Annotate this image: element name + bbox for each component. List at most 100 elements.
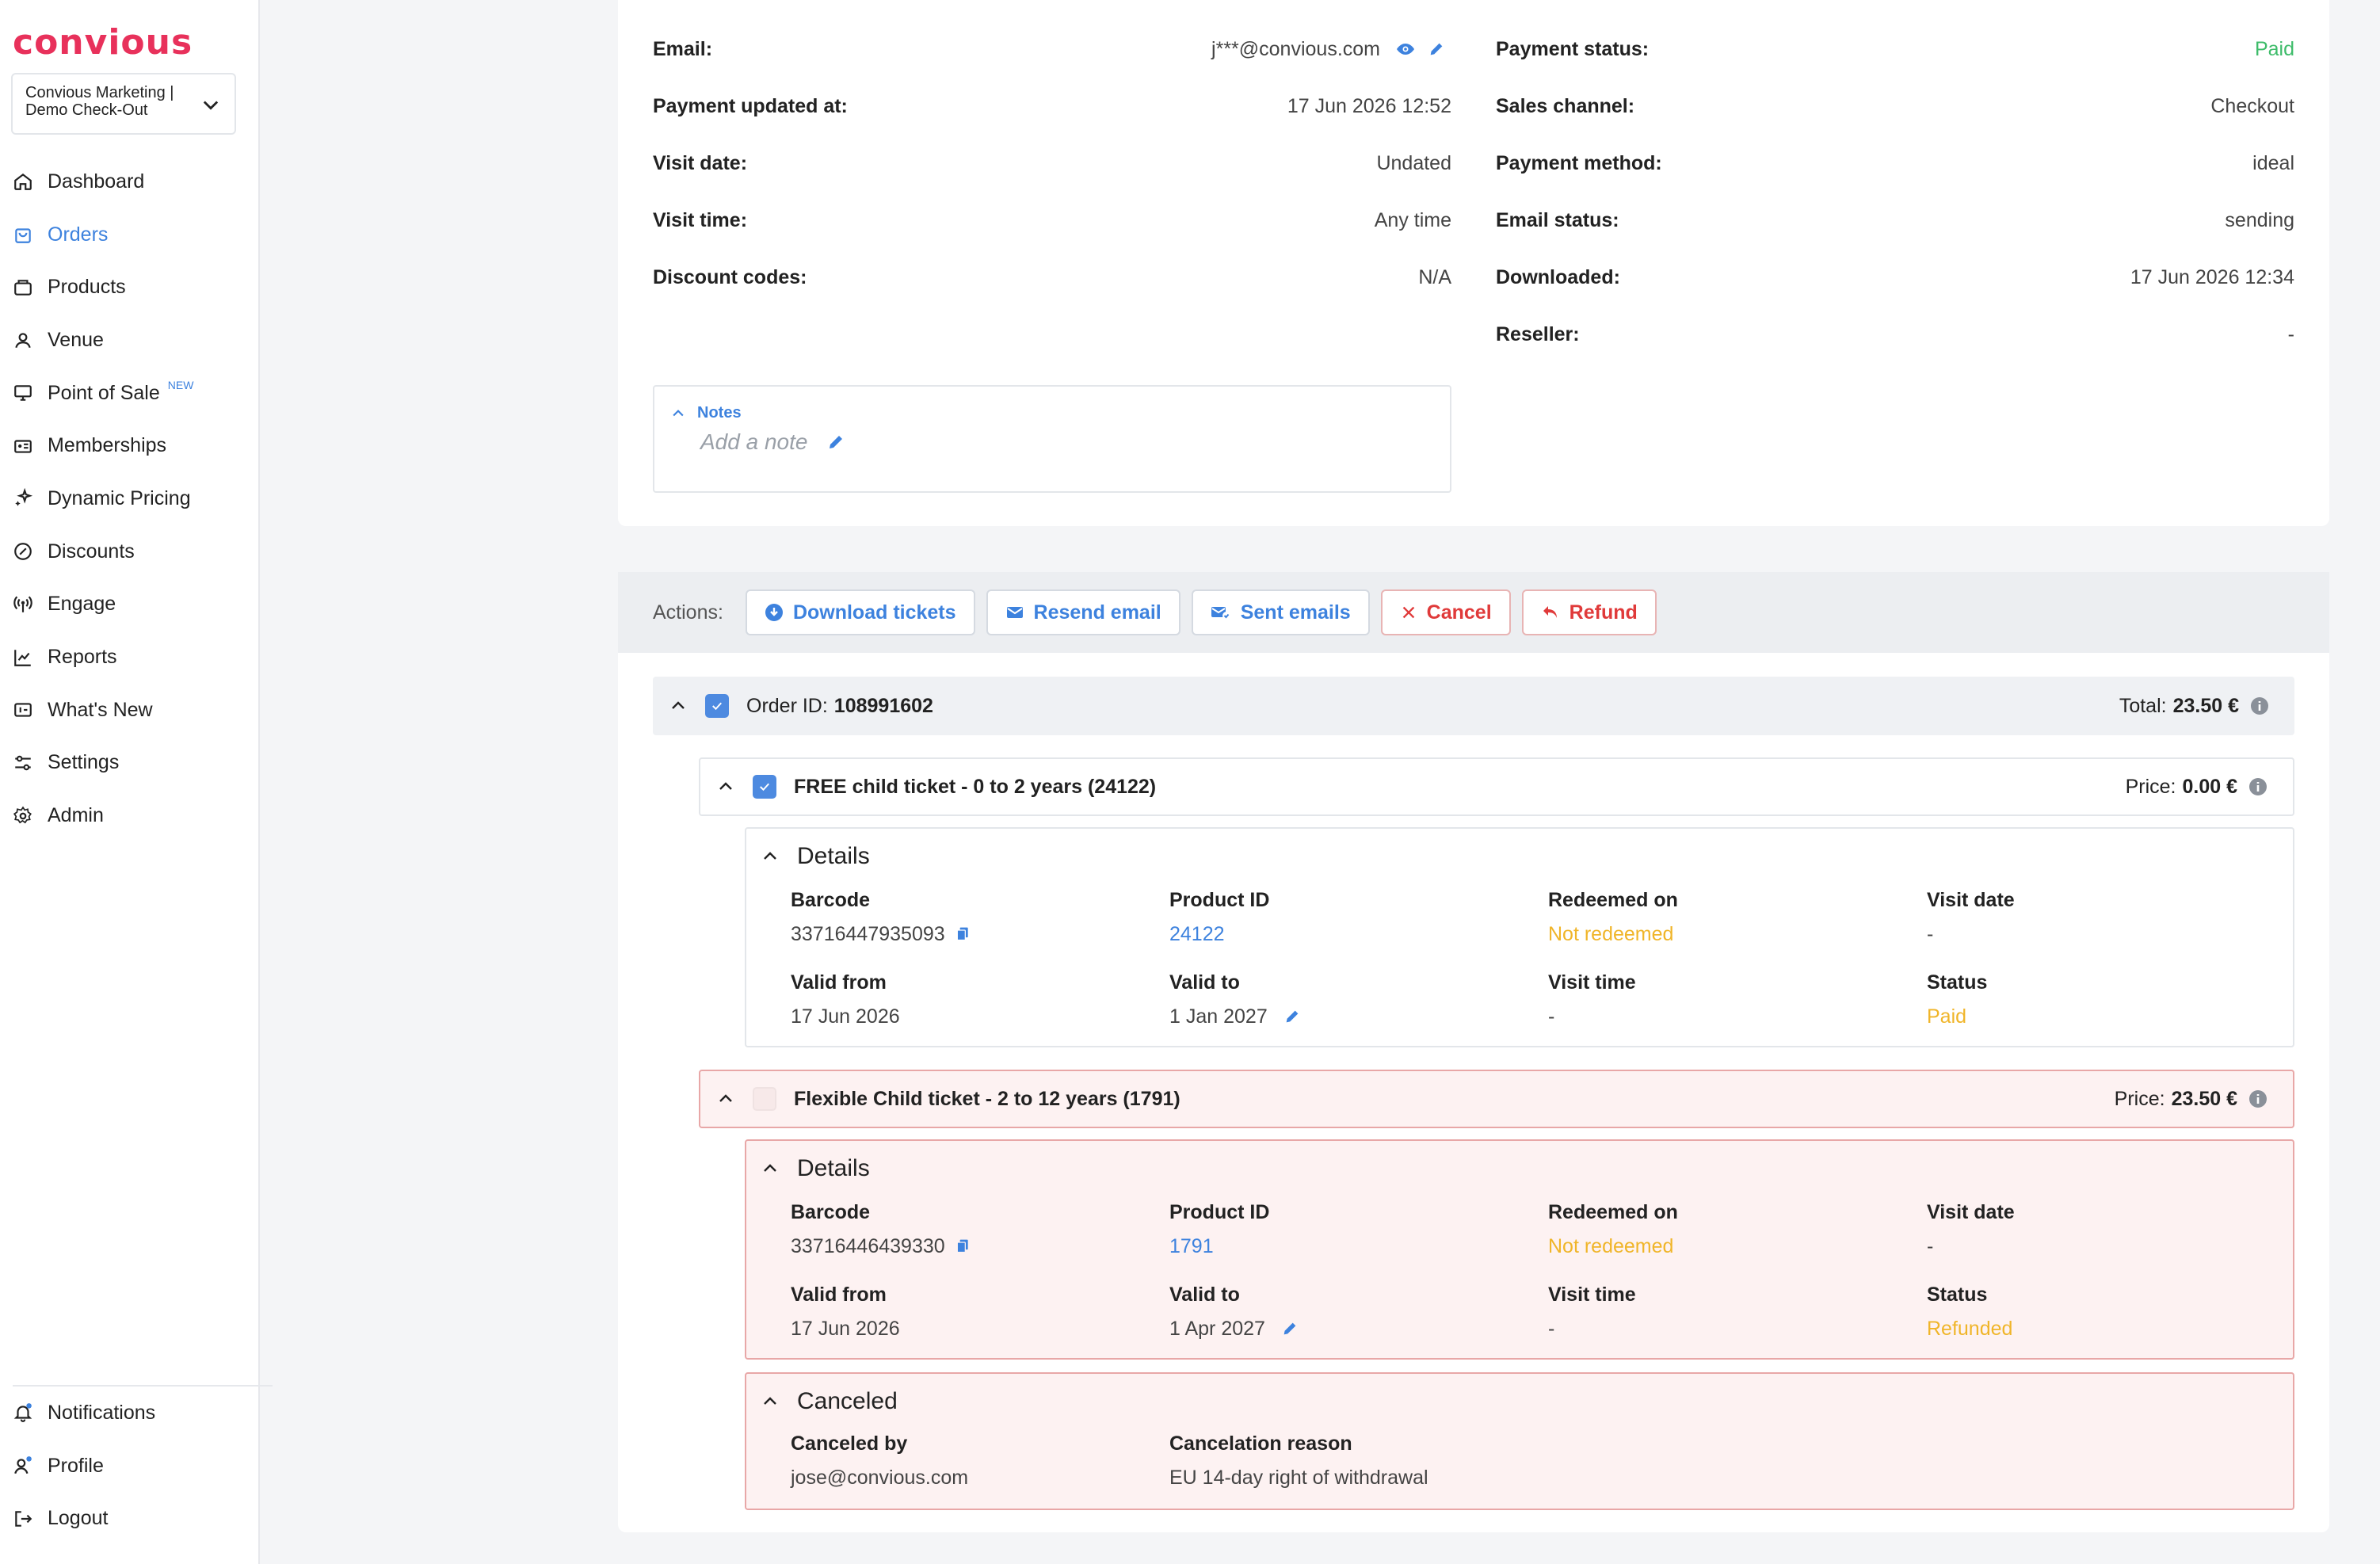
sidebar-item-engage[interactable]: Engage (0, 578, 260, 631)
sidebar-item-label: Notifications (48, 1401, 156, 1424)
sidebar-item-reports[interactable]: Reports (0, 631, 260, 684)
sidebar-item-dashboard[interactable]: Dashboard (0, 155, 260, 208)
valid-from-value: 17 Jun 2026 (791, 1317, 900, 1340)
resend-email-button[interactable]: Resend email (986, 589, 1180, 635)
copy-icon[interactable] (955, 926, 971, 942)
news-icon (13, 700, 33, 720)
barcode-value: 33716446439330 (791, 1234, 945, 1257)
details-toggle[interactable]: Details (761, 843, 870, 870)
field-label: Visit date: (653, 151, 748, 174)
field-label: Email status: (1496, 208, 1619, 231)
sidebar-item-orders[interactable]: Orders (0, 208, 260, 261)
cell-label: Cancelation reason (1169, 1432, 1352, 1455)
ticket-details: Details Barcode 33716447935093 Product I… (745, 827, 2294, 1047)
sidebar-item-discounts[interactable]: Discounts (0, 525, 260, 578)
close-icon (1400, 604, 1417, 621)
ticket-title: Flexible Child ticket - 2 to 12 years (1… (794, 1087, 1180, 1110)
visit-date-value: - (1927, 1234, 1934, 1257)
discount-icon (13, 541, 33, 562)
edit-icon[interactable] (1283, 1008, 1301, 1025)
valid-from-value: 17 Jun 2026 (791, 1005, 900, 1028)
ticket-row[interactable]: Flexible Child ticket - 2 to 12 years (1… (699, 1070, 2294, 1128)
cancel-button[interactable]: Cancel (1380, 589, 1511, 635)
refund-button[interactable]: Refund (1521, 589, 1657, 635)
cell-label: Visit time (1548, 1284, 1636, 1306)
barcode-cell: Barcode 33716446439330 (791, 1201, 971, 1258)
notes-toggle[interactable]: Notes (670, 404, 742, 422)
edit-icon[interactable] (1428, 40, 1445, 58)
info-icon[interactable] (2248, 1089, 2267, 1108)
payment-status-row: Payment status: Paid (1496, 33, 2294, 65)
barcode-value: 33716447935093 (791, 922, 945, 945)
ticket-details: Details Barcode 33716446439330 Product I… (745, 1139, 2294, 1360)
chevron-up-icon (764, 1397, 776, 1405)
status-value: Refunded (1927, 1317, 2013, 1340)
visit-date-row: Visit date: Undated (653, 147, 1451, 179)
valid-to-cell: Valid to 1 Jan 2027 (1169, 971, 1301, 1028)
redeemed-cell: Redeemed on Not redeemed (1548, 889, 1678, 946)
product-id-cell: Product ID 1791 (1169, 1201, 1269, 1258)
visit-time-value: - (1548, 1005, 1555, 1028)
field-label: Visit time: (653, 208, 748, 231)
field-label: Sales channel: (1496, 94, 1635, 117)
order-checkbox[interactable] (705, 694, 729, 718)
total-value: 23.50 € (2172, 694, 2239, 717)
cell-label: Barcode (791, 1201, 871, 1223)
eye-icon[interactable] (1396, 40, 1415, 59)
ticket-checkbox[interactable] (753, 775, 776, 799)
chevron-up-icon[interactable] (664, 696, 692, 715)
field-value: 17 Jun 2026 12:34 (2130, 265, 2294, 288)
field-value: Undated (1376, 151, 1451, 174)
sidebar-item-label: Venue (48, 328, 104, 351)
account-selector[interactable]: Convious Marketing | Demo Check-Out (11, 73, 236, 135)
edit-icon[interactable] (1281, 1320, 1299, 1337)
add-note-field[interactable]: Add a note (700, 429, 845, 455)
sidebar-item-label: Discounts (48, 540, 135, 563)
copy-icon[interactable] (955, 1238, 971, 1254)
field-label: Reseller: (1496, 322, 1580, 345)
chart-icon (13, 647, 33, 668)
product-id-link[interactable]: 1791 (1169, 1234, 1269, 1258)
sidebar-item-whats-new[interactable]: What's New (0, 684, 260, 737)
info-icon[interactable] (2250, 696, 2269, 715)
envelope-icon (1005, 603, 1024, 622)
reseller-row: Reseller: - (1496, 319, 2294, 350)
details-toggle[interactable]: Details (761, 1155, 870, 1182)
cell-label: Redeemed on (1548, 889, 1678, 911)
order-header-row[interactable]: Order ID: 108991602 Total: 23.50 € (653, 677, 2294, 735)
download-tickets-button[interactable]: Download tickets (745, 589, 975, 635)
sidebar-item-memberships[interactable]: Memberships (0, 419, 260, 472)
canceled-by-cell: Canceled by jose@convious.com (791, 1432, 968, 1490)
download-icon (765, 603, 784, 622)
ticket-checkbox[interactable] (753, 1087, 776, 1111)
valid-to-cell: Valid to 1 Apr 2027 (1169, 1284, 1299, 1341)
chevron-up-icon[interactable] (711, 1089, 740, 1108)
brand-logo[interactable]: convious (13, 22, 193, 63)
product-id-link[interactable]: 24122 (1169, 922, 1269, 946)
canceled-toggle[interactable]: Canceled (761, 1388, 898, 1415)
payment-method-row: Payment method: ideal (1496, 147, 2294, 179)
chevron-up-icon[interactable] (711, 777, 740, 796)
discount-codes-row: Discount codes: N/A (653, 261, 1451, 293)
sidebar-item-settings[interactable]: Settings (0, 737, 260, 790)
sidebar-item-point-of-sale[interactable]: Point of Sale NEW (0, 367, 260, 420)
edit-icon[interactable] (826, 433, 845, 452)
canceled-title: Canceled (797, 1388, 898, 1414)
details-title: Details (797, 1155, 870, 1181)
sidebar-item-profile[interactable]: Profile (13, 1440, 273, 1493)
sidebar-item-dynamic-pricing[interactable]: Dynamic Pricing (0, 472, 260, 525)
gear-icon (13, 806, 33, 826)
cell-label: Valid to (1169, 1284, 1240, 1306)
ticket-row[interactable]: FREE child ticket - 0 to 2 years (24122)… (699, 757, 2294, 816)
email-status-row: Email status: sending (1496, 204, 2294, 236)
sidebar-item-logout[interactable]: Logout (13, 1492, 273, 1545)
sidebar-item-venue[interactable]: Venue (0, 314, 260, 367)
sidebar-item-notifications[interactable]: Notifications (13, 1387, 273, 1440)
sidebar-item-products[interactable]: Products (0, 261, 260, 314)
sidebar-item-admin[interactable]: Admin (0, 789, 260, 842)
visit-time-cell: Visit time - (1548, 1284, 1636, 1341)
email-value-group: j***@convious.com (1211, 38, 1451, 61)
info-icon[interactable] (2248, 777, 2267, 796)
sent-emails-button[interactable]: Sent emails (1191, 589, 1370, 635)
status-value: Paid (1927, 1005, 1967, 1028)
